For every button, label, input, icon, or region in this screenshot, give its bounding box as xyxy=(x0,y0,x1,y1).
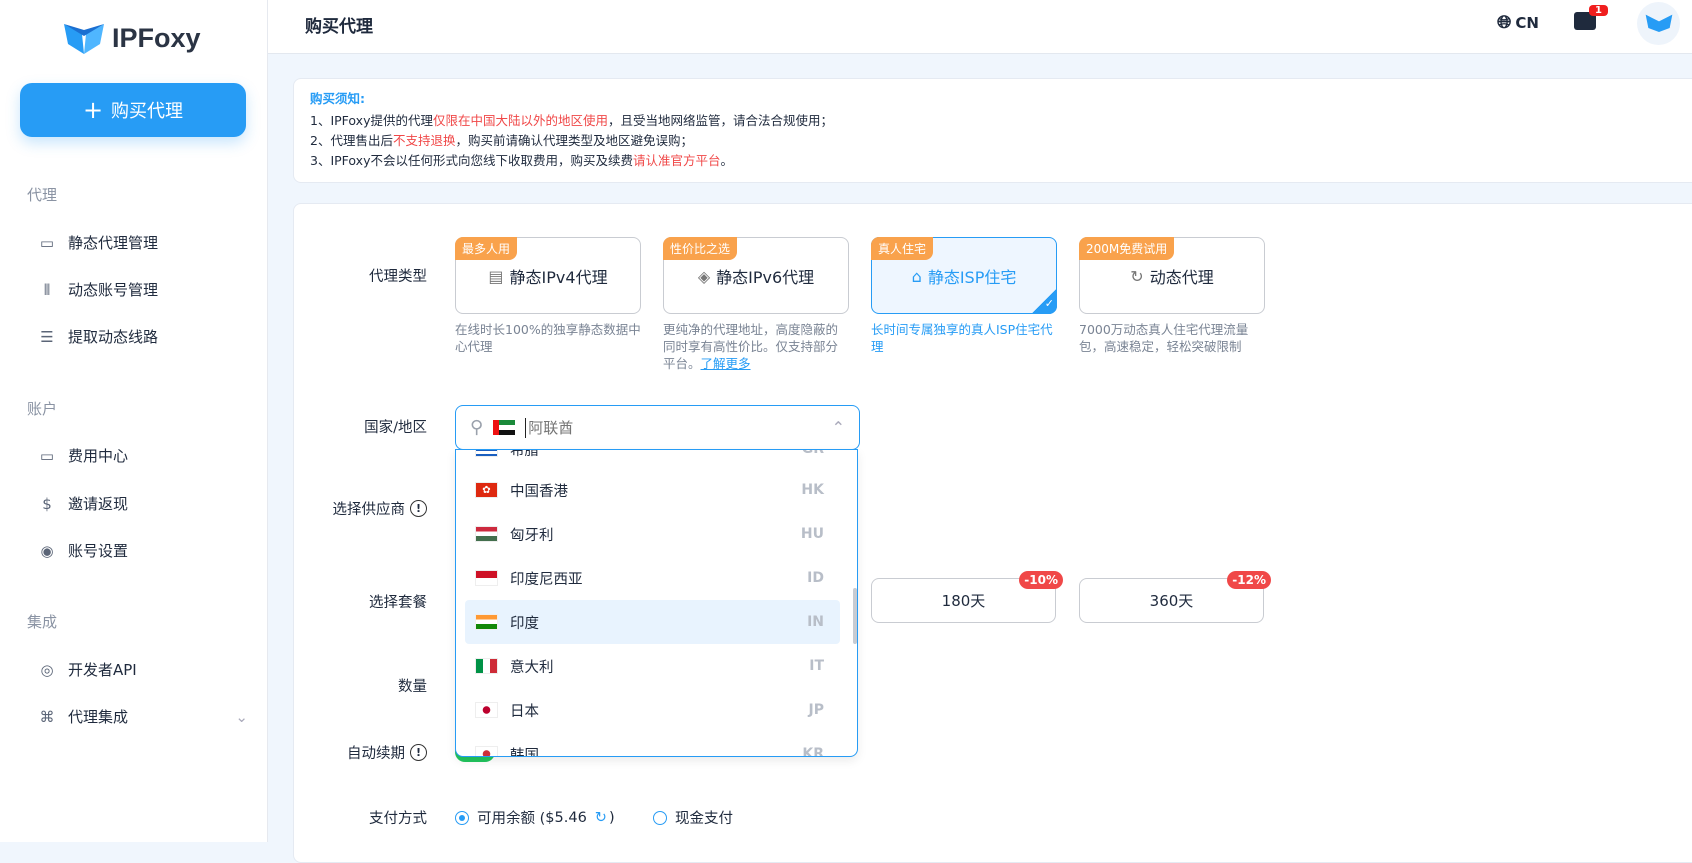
chevron-up-icon: ⌃ xyxy=(831,418,845,437)
section-account: 账户 xyxy=(27,400,58,418)
country-option[interactable]: 匈牙利 HU xyxy=(465,512,840,556)
nav-account-settings[interactable]: ◉ 账号设置 xyxy=(38,540,248,561)
nav-referral[interactable]: $ 邀请返现 xyxy=(38,493,248,514)
accounts-icon: ⫴ xyxy=(43,280,51,299)
flag-jp-icon xyxy=(475,702,498,718)
type-desc: 7000万动态真人住宅代理流量包，高速稳定，轻松突破限制 xyxy=(1079,322,1249,354)
check-icon: ✓ xyxy=(1031,288,1057,314)
radio-checked xyxy=(455,810,469,825)
flag-in-icon xyxy=(475,614,498,630)
nodes-icon: ⌘ xyxy=(39,707,55,726)
fingerprint-icon: ◎ xyxy=(40,660,54,679)
flag-kr-icon xyxy=(475,746,498,756)
country-option[interactable]: 意大利 IT xyxy=(465,644,840,688)
globe-icon: 🌐︎ xyxy=(1497,12,1512,33)
refresh-icon: ↻ xyxy=(1130,266,1144,286)
label-quantity: 数量 xyxy=(398,679,427,695)
refresh-balance-icon[interactable]: ↻ xyxy=(595,810,607,826)
dollar-icon: $ xyxy=(42,494,52,513)
country-option[interactable]: 日本 JP xyxy=(465,688,840,732)
section-proxy: 代理 xyxy=(27,186,58,204)
radio-unchecked xyxy=(653,810,667,825)
country-dropdown: 希腊 GR ✿ 中国香港 HK 匈牙利 HU 印度尼西亚 ID 印度 IN 意大利 IT 日本… xyxy=(455,449,858,757)
nav-billing[interactable]: ▭ 费用中心 xyxy=(38,445,248,466)
nav-dynamic-account[interactable]: ⫴ 动态账号管理 xyxy=(38,279,248,300)
card-icon: ▭ xyxy=(39,446,55,465)
purchase-notice: 购买须知: 1、IPFoxy提供的代理仅限在中国大陆以外的地区使用，且受当地网络… xyxy=(293,78,1692,183)
nav-proxy-integration[interactable]: ⌘ 代理集成 ⌄ xyxy=(38,706,249,727)
country-option-highlighted[interactable]: 印度 IN xyxy=(465,600,840,644)
info-icon[interactable]: ! xyxy=(410,744,427,761)
avatar-logo-icon xyxy=(1645,14,1672,32)
nav-extract-lines[interactable]: ☰ 提取动态线路 xyxy=(38,326,248,347)
flag-hu-icon xyxy=(475,526,498,542)
info-icon[interactable]: ! xyxy=(410,500,427,517)
nav-developer-api[interactable]: ◎ 开发者API xyxy=(38,659,248,680)
section-integration: 集成 xyxy=(27,613,58,631)
type-static-ipv6[interactable]: 性价比之选 ◈ 静态IPv6代理 xyxy=(663,237,849,314)
pay-cash-radio[interactable]: 现金支付 xyxy=(653,807,733,828)
fox-logo-icon xyxy=(64,24,104,54)
label-proxy-type: 代理类型 xyxy=(369,269,427,285)
dropdown-scrollbar[interactable] xyxy=(853,588,857,644)
header xyxy=(268,0,1692,54)
plus-icon: + xyxy=(82,96,104,124)
flag-ae-icon xyxy=(493,420,516,435)
label-country: 国家/地区 xyxy=(364,420,427,436)
layers-icon: ◈ xyxy=(697,266,711,286)
flag-hk-icon: ✿ xyxy=(475,482,498,498)
language-switch[interactable]: 🌐︎ CN xyxy=(1497,12,1539,33)
country-select[interactable]: ⚲ ⌃ xyxy=(455,405,860,450)
buy-proxy-button[interactable]: + 购买代理 xyxy=(20,83,246,137)
type-static-ipv4[interactable]: 最多人用 ▤ 静态IPv4代理 xyxy=(455,237,641,314)
page-title: 购买代理 xyxy=(305,17,373,37)
monitor-icon: ▭ xyxy=(39,233,55,252)
flag-it-icon xyxy=(475,658,498,674)
label-supplier: 选择供应商! xyxy=(287,498,427,519)
discount-badge: -12% xyxy=(1227,571,1271,589)
country-option[interactable]: 韩国 KR xyxy=(465,732,840,756)
home-icon: ⌂ xyxy=(911,266,922,286)
sidebar: IPFoxy + 购买代理 代理 ▭ 静态代理管理 ⫴ 动态账号管理 ☰ 提取动态线路 … xyxy=(0,0,268,842)
discount-badge: -10% xyxy=(1019,571,1063,589)
nav-static-proxy[interactable]: ▭ 静态代理管理 xyxy=(38,232,248,253)
type-desc: 更纯净的代理地址，高度隐蔽的同时享有高性价比。仅支持部分平台。了解更多 xyxy=(663,322,839,371)
server-icon: ☰ xyxy=(40,327,54,346)
country-option[interactable]: ✿ 中国香港 HK xyxy=(465,468,840,512)
pay-balance-radio[interactable]: 可用余额 ($5.46 ↻) xyxy=(455,807,615,828)
avatar[interactable] xyxy=(1637,2,1680,45)
user-icon: ◉ xyxy=(40,541,54,560)
logo[interactable]: IPFoxy xyxy=(62,20,201,56)
label-plan: 选择套餐 xyxy=(369,595,427,611)
type-desc: 在线时长100%的独享静态数据中心代理 xyxy=(455,322,641,354)
country-search-input[interactable] xyxy=(528,418,822,437)
plan-360[interactable]: 360天 -12% xyxy=(1079,571,1271,623)
search-icon: ⚲ xyxy=(470,417,484,438)
plan-180[interactable]: 180天 -10% xyxy=(871,571,1063,623)
type-static-isp[interactable]: 真人住宅 ⌂ 静态ISP住宅 ✓ xyxy=(871,237,1057,314)
type-desc: 长时间专属独享的真人ISP住宅代理 xyxy=(871,322,1053,354)
chevron-down-icon: ⌄ xyxy=(235,707,248,726)
label-payment: 支付方式 xyxy=(369,811,427,827)
server-icon: ▤ xyxy=(488,266,504,286)
label-auto-renew: 自动续期! xyxy=(287,742,427,763)
notification-badge: 1 xyxy=(1589,5,1608,16)
flag-id-icon xyxy=(475,570,498,586)
country-option[interactable]: 印度尼西亚 ID xyxy=(465,556,840,600)
type-dynamic[interactable]: 200M免费试用 ↻ 动态代理 xyxy=(1079,237,1265,314)
flag-gr-icon xyxy=(475,450,498,457)
learn-more-link[interactable]: 了解更多 xyxy=(701,356,751,371)
